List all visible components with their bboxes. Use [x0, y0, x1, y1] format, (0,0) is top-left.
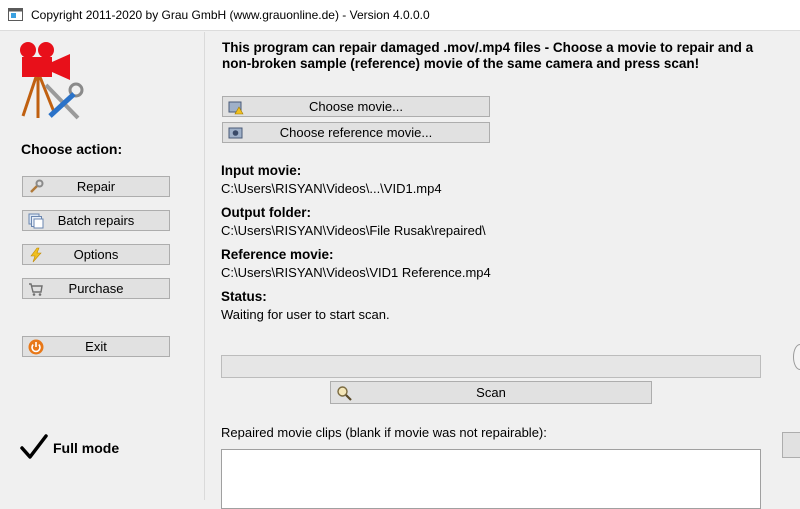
exit-button-label: Exit: [85, 339, 107, 354]
reference-movie-icon: [228, 127, 243, 139]
lightning-icon: [30, 247, 42, 263]
title-bar: Copyright 2011-2020 by Grau GmbH (www.gr…: [0, 0, 800, 31]
mode-indicator: Full mode: [53, 440, 120, 456]
status-label: Status:: [221, 289, 267, 304]
choose-action-heading: Choose action:: [21, 141, 123, 157]
options-button[interactable]: Options: [22, 244, 170, 265]
exit-button[interactable]: Exit: [22, 336, 170, 357]
reference-movie-label: Reference movie:: [221, 247, 334, 262]
input-movie-path: C:\Users\RISYAN\Videos\...\VID1.mp4: [221, 181, 442, 196]
choose-movie-button[interactable]: Choose movie...: [222, 96, 490, 117]
output-folder-path: C:\Users\RISYAN\Videos\File Rusak\repair…: [221, 223, 486, 238]
stack-icon: [28, 213, 44, 229]
checkmark-icon: [20, 434, 48, 459]
output-folder-label: Output folder:: [221, 205, 311, 220]
window-title: Copyright 2011-2020 by Grau GmbH (www.gr…: [31, 8, 430, 22]
reference-movie-path: C:\Users\RISYAN\Videos\VID1 Reference.mp…: [221, 265, 491, 280]
movie-warning-icon: [228, 101, 244, 115]
choose-reference-button[interactable]: Choose reference movie...: [222, 122, 490, 143]
wrench-icon: [30, 179, 44, 193]
purchase-button-label: Purchase: [68, 281, 124, 296]
repaired-clips-list[interactable]: [221, 449, 761, 509]
repaired-clips-label: Repaired movie clips (blank if movie was…: [221, 425, 547, 440]
batch-repairs-button-label: Batch repairs: [57, 213, 135, 228]
repair-button[interactable]: Repair: [22, 176, 170, 197]
clipped-edge-button[interactable]: [782, 432, 800, 458]
panel-divider: [204, 32, 205, 500]
purchase-button[interactable]: Purchase: [22, 278, 170, 299]
cart-icon: [29, 283, 43, 296]
status-text: Waiting for user to start scan.: [221, 307, 390, 322]
scan-button[interactable]: Scan: [330, 381, 652, 404]
scan-progress-bar: [221, 355, 761, 378]
camera-logo-icon: [20, 42, 84, 120]
choose-movie-label: Choose movie...: [309, 99, 403, 114]
choose-reference-label: Choose reference movie...: [279, 125, 433, 140]
intro-text: This program can repair damaged .mov/.mp…: [222, 40, 754, 71]
clipped-edge-element: [793, 344, 800, 370]
magnifier-icon: [337, 386, 352, 401]
app-window-icon: [8, 8, 23, 21]
power-icon: [28, 339, 44, 355]
repair-button-label: Repair: [76, 179, 116, 194]
options-button-label: Options: [73, 247, 119, 262]
input-movie-label: Input movie:: [221, 163, 302, 178]
batch-repairs-button[interactable]: Batch repairs: [22, 210, 170, 231]
scan-button-label: Scan: [476, 385, 506, 400]
